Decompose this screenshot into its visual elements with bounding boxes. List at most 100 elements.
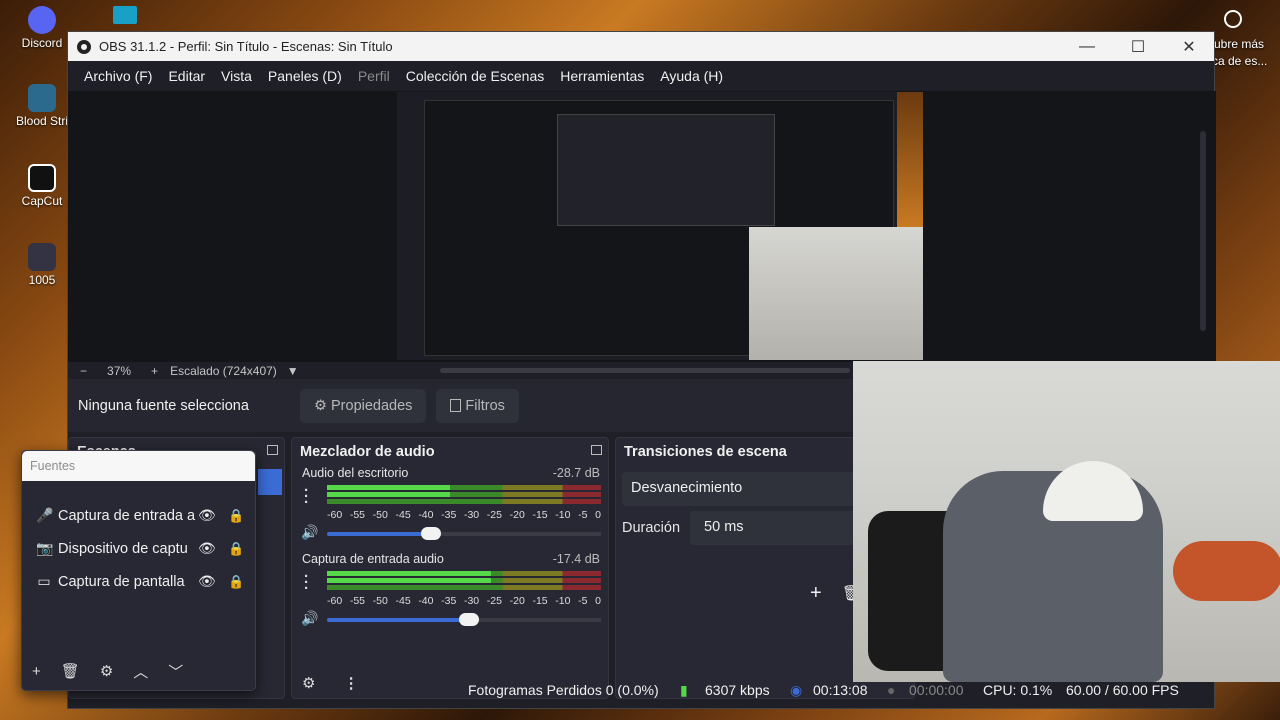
meter-tick-label: -10: [555, 595, 571, 607]
move-up-button[interactable]: ︿: [133, 661, 148, 682]
duration-field[interactable]: 50 ms: [690, 511, 871, 545]
track-name: Audio del escritorio: [302, 466, 409, 480]
volume-slider[interactable]: [327, 613, 601, 626]
meter-tick-label: -50: [372, 509, 388, 521]
menu-herramientas[interactable]: Herramientas: [552, 68, 652, 84]
discord-icon: [28, 6, 56, 34]
meter-scale: -60 -55 -50 -45 -40 -35 -30 -25 -20 -15 -10 -5 0: [327, 595, 601, 607]
zoom-level: 37%: [107, 363, 132, 378]
mixer-track: Audio del escritorio -28.7 dB · · · -60 -55…: [292, 464, 608, 550]
streaming-icon: ◉: [790, 682, 803, 698]
eye-icon[interactable]: 👁: [198, 540, 216, 557]
remove-source-button[interactable]: 🗑: [61, 662, 80, 680]
scene-list-item-selected[interactable]: [258, 469, 282, 495]
meter-tick-label: -60: [327, 595, 343, 607]
track-db: -28.7 dB: [552, 466, 600, 480]
volume-slider-handle[interactable]: [421, 527, 442, 540]
desktop-widget-text: cubre más rca de es...: [1208, 36, 1274, 70]
menu-perfil[interactable]: Perfil: [350, 68, 398, 84]
preview-area[interactable]: [68, 91, 1216, 362]
menu-archivo[interactable]: Archivo (F): [76, 68, 160, 84]
add-source-button[interactable]: +: [32, 663, 41, 680]
signal-bars-icon: ▮: [680, 682, 688, 698]
desktop-icon-capcut[interactable]: CapCut: [8, 164, 76, 208]
undock-icon[interactable]: [591, 445, 602, 455]
sources-filter-placeholder: Fuentes: [30, 459, 76, 473]
desktop-icon-discord[interactable]: Discord: [8, 6, 76, 50]
source-label: Dispositivo de captu: [58, 540, 188, 557]
program-preview[interactable]: [397, 92, 923, 360]
close-button[interactable]: ✕: [1166, 32, 1212, 61]
meter-tick-label: -25: [486, 509, 502, 521]
source-label: Captura de entrada a: [58, 507, 196, 524]
track-menu-icon[interactable]: · · ·: [304, 483, 309, 510]
desktop-icon-blood-strike[interactable]: Blood Stri: [8, 84, 76, 128]
preview-horizontal-scrollbar[interactable]: [440, 368, 850, 373]
meter-scale: -60 -55 -50 -45 -40 -35 -30 -25 -20 -15 -10 -5 0: [327, 509, 601, 521]
desktop-icon-folder[interactable]: [110, 6, 140, 26]
menu-editar[interactable]: Editar: [160, 68, 213, 84]
source-item[interactable]: 🎤 Captura de entrada a 👁 🔒: [22, 499, 255, 532]
zoom-out-button[interactable]: −: [80, 364, 87, 378]
lock-icon[interactable]: 🔒: [228, 541, 244, 557]
source-properties-gear-icon[interactable]: ⚙: [100, 662, 113, 680]
meter-tick-label: -55: [349, 509, 366, 521]
menu-paneles[interactable]: Paneles (D): [260, 68, 350, 84]
desktop-icon-label: Blood Stri: [15, 114, 69, 128]
no-source-selected: Ninguna fuente selecciona: [78, 397, 249, 414]
volume-meter: [327, 485, 601, 507]
meter-tick-label: -5: [578, 595, 588, 607]
source-item[interactable]: 📷 Dispositivo de captu 👁 🔒: [22, 532, 255, 565]
audio-mixer-header: Mezclador de audio: [292, 438, 608, 464]
speaker-icon[interactable]: 🔊: [301, 524, 318, 541]
desktop-icon-1005[interactable]: 1005: [8, 243, 76, 287]
window-title: OBS 31.1.2 - Perfil: Sin Título - Escena…: [99, 39, 393, 54]
eye-icon[interactable]: 👁: [198, 507, 216, 524]
volume-slider[interactable]: [327, 527, 601, 540]
meter-tick-label: -45: [395, 595, 411, 607]
minimize-button[interactable]: —: [1064, 32, 1110, 61]
desktop-icon-label: 1005: [28, 273, 56, 287]
audio-mixer-panel: Mezclador de audio Audio del escritorio …: [291, 437, 609, 699]
transition-select-value: Desvanecimiento: [631, 480, 743, 496]
meter-tick-label: -40: [418, 509, 434, 521]
menu-coleccion[interactable]: Colección de Escenas: [398, 68, 553, 84]
scaling-dropdown-icon[interactable]: ▼: [287, 364, 299, 378]
video-file-icon: [28, 243, 56, 271]
title-bar[interactable]: OBS 31.1.2 - Perfil: Sin Título - Escena…: [68, 32, 1214, 61]
maximize-button[interactable]: ☐: [1115, 32, 1161, 61]
undock-icon[interactable]: [267, 445, 278, 455]
speaker-icon[interactable]: 🔊: [301, 610, 318, 627]
user-icon[interactable]: [1224, 10, 1242, 28]
stream-time: 00:13:08: [813, 682, 868, 698]
meter-tick-label: -35: [441, 509, 457, 521]
sources-filter-input[interactable]: Fuentes: [22, 451, 255, 481]
menu-bar: Archivo (F) Editar Vista Paneles (D) Per…: [68, 61, 1214, 91]
menu-ayuda[interactable]: Ayuda (H): [652, 68, 731, 84]
zoom-in-button[interactable]: +: [151, 364, 158, 378]
duration-value: 50 ms: [704, 519, 744, 535]
track-menu-icon[interactable]: · · ·: [304, 569, 309, 596]
mixer-track: Captura de entrada audio -17.4 dB · · · -6…: [292, 550, 608, 636]
meter-tick-label: -20: [509, 595, 525, 607]
lock-icon[interactable]: 🔒: [228, 574, 244, 590]
monitor-icon: [113, 6, 137, 24]
microphone-icon: 🎤: [36, 507, 54, 523]
volume-meter: [327, 571, 601, 593]
move-down-button[interactable]: ﹀: [168, 661, 183, 682]
monitor-icon: ▭: [37, 573, 51, 589]
lock-icon[interactable]: 🔒: [228, 508, 244, 524]
source-item[interactable]: ▭ Captura de pantalla 👁 🔒: [22, 565, 255, 598]
eye-icon[interactable]: 👁: [198, 573, 216, 590]
filters-button[interactable]: Filtros: [436, 388, 519, 423]
meter-tick-label: 0: [595, 509, 601, 521]
cpu-usage: CPU: 0.1%: [983, 682, 1053, 698]
duration-label: Duración: [622, 520, 681, 536]
gear-icon: ⚙: [314, 397, 327, 414]
menu-vista[interactable]: Vista: [213, 68, 260, 84]
sources-toolbar: + 🗑 ⚙ ︿ ﹀: [22, 658, 255, 684]
add-transition-button[interactable]: +: [810, 582, 822, 605]
properties-button[interactable]: ⚙ Propiedades: [300, 388, 427, 423]
preview-vertical-scrollbar[interactable]: [1200, 131, 1206, 331]
volume-slider-handle[interactable]: [459, 613, 480, 626]
